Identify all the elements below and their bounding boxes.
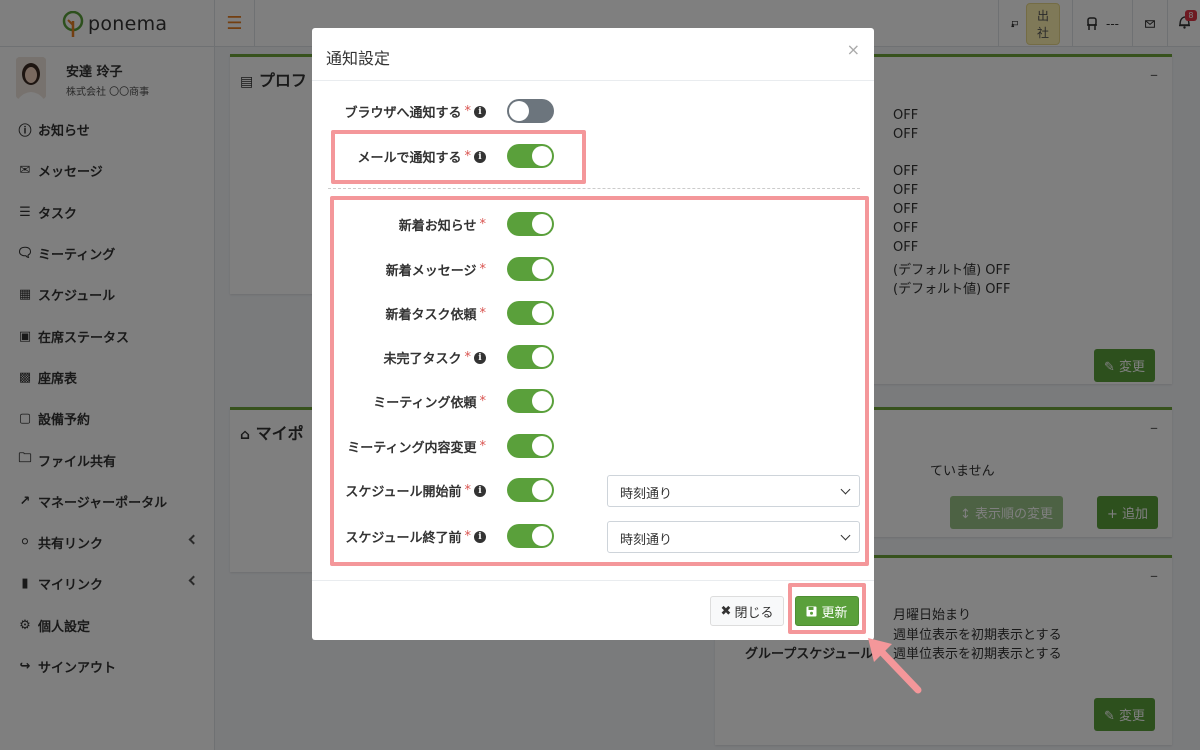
notification-toggle[interactable] — [507, 99, 554, 123]
info-icon[interactable]: i — [474, 105, 486, 118]
pointer-arrow-icon — [868, 638, 922, 694]
modal-title: 通知設定 — [326, 49, 391, 68]
close-button[interactable]: ✖ 閉じる — [710, 596, 784, 626]
setting-label: ブラウザへ通知する * i — [344, 102, 486, 121]
toggle-knob — [509, 101, 529, 121]
setting-row: ブラウザへ通知する * i — [312, 96, 874, 126]
times-icon: ✖ — [720, 603, 732, 619]
email-highlight-box — [331, 130, 586, 184]
modal-header: 通知設定 × — [312, 28, 874, 81]
events-highlight-box — [330, 196, 869, 566]
update-highlight-box — [788, 583, 866, 634]
setting-label-text: ブラウザへ通知する — [344, 106, 462, 121]
close-icon[interactable]: × — [847, 40, 860, 59]
section-divider — [328, 188, 860, 189]
required-mark: * — [464, 104, 472, 119]
